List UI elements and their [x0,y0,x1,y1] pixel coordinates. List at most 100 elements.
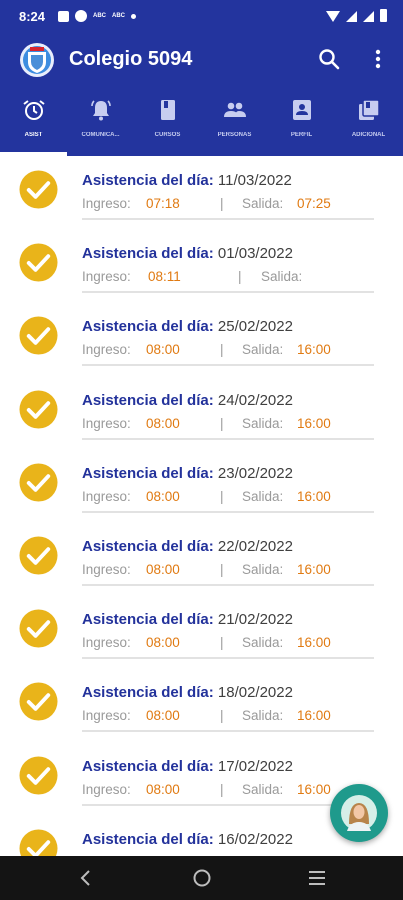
more-vert-icon[interactable] [366,47,390,71]
attendance-title: Asistencia del día: 18/02/2022 [82,684,293,701]
attendance-row[interactable]: Asistencia del día: 22/02/2022 Ingreso: 08… [0,522,403,595]
attendance-row[interactable]: Asistencia del día: 01/03/2022 Ingreso: 08… [0,229,403,302]
attendance-title-label: Asistencia del día: [82,318,214,336]
attendance-title-label: Asistencia del día: [82,538,214,555]
app-logo [20,43,54,77]
person-avatar-icon [341,795,377,831]
tab-adicional[interactable]: ADICIONAL [335,90,402,156]
ingreso-label: Ingreso: [82,635,131,651]
row-divider [82,510,374,513]
tab-asist[interactable]: ASIST [0,90,67,156]
attendance-date: 25/02/2022 [217,318,293,336]
tab-personas[interactable]: PERSONAS [201,90,268,156]
attendance-date: 24/02/2022 [217,391,293,409]
separator: | [220,488,224,504]
salida-time: 16:00 [297,635,331,651]
attendance-title-label: Asistencia del día: [82,757,214,775]
tab-perfil[interactable]: PERFIL [268,90,335,156]
ingreso-label: Ingreso: [82,342,131,358]
attendance-date: 22/02/2022 [217,538,293,555]
attendance-title: Asistencia del día: 16/02/2022 [82,831,293,848]
attendance-title-label: Asistencia del día: [82,611,214,629]
status-time: 8:24 [19,9,46,24]
library-icon [359,99,380,120]
attendance-list[interactable]: Asistencia del día: 11/03/2022 Ingreso: 07… [0,156,403,856]
system-nav-bar [0,856,403,900]
check-circle-icon [19,829,58,856]
separator: | [220,781,224,797]
tab-cursos[interactable]: CURSOS [134,90,201,156]
check-circle-icon [19,536,58,575]
ingreso-label: Ingreso: [82,708,131,724]
salida-time: 16:00 [297,562,331,577]
salida-label: Salida: [242,488,284,504]
attendance-title: Asistencia del día: 22/02/2022 [82,538,293,555]
attendance-title: Asistencia del día: 17/02/2022 [82,758,293,775]
tab-label: PERSONAS [217,132,252,138]
separator: | [220,415,224,431]
attendance-title: Asistencia del día: 25/02/2022 [82,318,293,335]
signal-icon-1 [346,11,357,22]
app-bar: Colegio 5094 [0,34,403,90]
attendance-row[interactable]: Asistencia del día: 18/02/2022 Ingreso: 08… [0,668,403,741]
attendance-date: 23/02/2022 [217,464,293,482]
tab-comunicados[interactable]: COMUNICA... [67,90,134,156]
check-circle-icon [19,463,58,502]
notification-dot-icon [131,13,136,19]
battery-icon [380,9,387,22]
row-divider [82,584,374,586]
separator: | [238,269,242,285]
check-circle-icon [19,390,58,429]
tab-label: COMUNICA... [81,132,120,138]
salida-time: 07:25 [297,196,331,211]
attendance-title: Asistencia del día: 24/02/2022 [82,392,293,409]
ingreso-time: 07:18 [146,196,180,211]
wifi-icon [326,11,340,22]
people-icon [224,102,246,117]
row-divider [82,364,374,367]
attendance-date: 17/02/2022 [217,757,293,775]
attendance-row[interactable]: Asistencia del día: 11/03/2022 Ingreso: 07… [0,156,403,229]
bell-icon [91,100,111,121]
attendance-row[interactable]: Asistencia del día: 25/02/2022 Ingreso: 08… [0,302,403,375]
ingreso-time: 08:00 [146,781,180,797]
check-circle-icon [19,682,58,721]
assistant-avatar-button[interactable] [330,784,388,842]
tab-label: PERFIL [290,132,313,138]
home-icon[interactable] [190,866,214,890]
attendance-row[interactable]: Asistencia del día: 21/02/2022 Ingreso: 08… [0,595,403,668]
salida-time: 16:00 [297,488,331,504]
check-circle-icon [19,170,58,209]
ingreso-label: Ingreso: [82,415,131,431]
system-status-icons [326,9,387,22]
ingreso-label: Ingreso: [82,488,131,504]
ingreso-time: 08:00 [146,635,180,651]
check-circle-icon [19,243,58,282]
attendance-title-label: Asistencia del día: [82,172,214,189]
check-circle-icon [19,756,58,795]
notification-icons: ABC ABC [58,10,136,22]
attendance-date: 18/02/2022 [217,684,293,702]
row-divider [82,291,374,294]
profile-card-icon [293,100,311,120]
salida-time: 16:00 [297,415,331,431]
salida-label: Salida: [242,708,284,724]
ingreso-label: Ingreso: [82,269,131,285]
attendance-date: 01/03/2022 [217,245,293,263]
attendance-title-label: Asistencia del día: [82,464,214,482]
back-icon[interactable] [74,866,98,890]
attendance-date: 21/02/2022 [217,611,293,629]
tab-label: CURSOS [154,132,181,138]
ingreso-time: 08:00 [146,708,180,724]
separator: | [220,196,224,211]
recent-apps-icon[interactable] [305,866,329,890]
check-circle-icon [19,316,58,355]
attendance-row[interactable]: Asistencia del día: 24/02/2022 Ingreso: 08… [0,376,403,449]
separator: | [220,562,224,577]
search-icon[interactable] [317,47,341,71]
attendance-row[interactable]: Asistencia del día: 23/02/2022 Ingreso: 08… [0,449,403,522]
attendance-date: 16/02/2022 [217,830,293,848]
ingreso-time: 08:00 [146,488,180,504]
salida-label: Salida: [261,269,303,285]
ingreso-time: 08:11 [148,269,181,285]
